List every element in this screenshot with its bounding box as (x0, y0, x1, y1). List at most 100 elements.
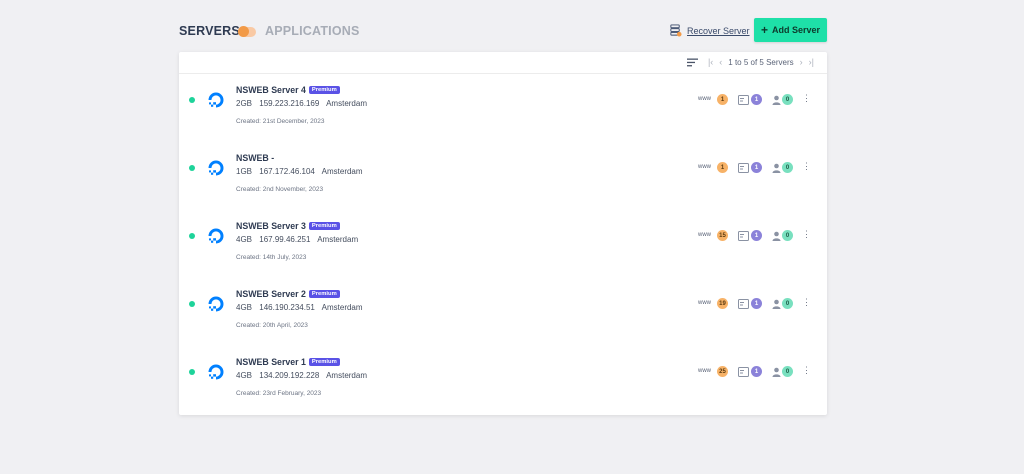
status-online-dot (189, 97, 195, 103)
sites-count-badge: 25 (717, 366, 728, 377)
server-list: NSWEB Server 4 Premium 2GB 159.223.216.1… (179, 74, 827, 414)
server-ram: 4GB (236, 371, 253, 380)
server-stats: www 19 1 0 ⋮ (698, 297, 811, 311)
databases-count-badge: 1 (751, 162, 762, 173)
recover-server-link[interactable]: Recover Server (669, 24, 750, 37)
header: SERVERS APPLICATIONS Recover Server + Ad… (179, 18, 827, 44)
server-location: Amsterdam (317, 235, 359, 244)
servers-card: |‹ ‹ 1 to 5 of 5 Servers › ›| NSWEB Serv… (179, 52, 827, 415)
add-server-button[interactable]: + Add Server (754, 18, 827, 42)
kebab-menu-icon[interactable]: ⋮ (802, 298, 811, 307)
recover-server-icon (670, 24, 682, 37)
kebab-menu-icon[interactable]: ⋮ (802, 94, 811, 103)
server-name[interactable]: NSWEB Server 2 (236, 289, 306, 299)
user-icon (772, 95, 781, 105)
tab-servers[interactable]: SERVERS (179, 24, 240, 38)
view-toggle[interactable] (238, 26, 256, 37)
last-page-icon[interactable]: ›| (809, 57, 814, 67)
server-ram: 4GB (236, 303, 253, 312)
server-info: 4GB 134.209.192.228 Amsterdam (236, 371, 372, 380)
server-created: Created: 21st December, 2023 (236, 118, 325, 125)
databases-count-badge: 1 (751, 94, 762, 105)
server-stats: www 1 1 0 ⋮ (698, 93, 811, 107)
kebab-menu-icon[interactable]: ⋮ (802, 366, 811, 375)
users-count-badge: 0 (782, 366, 793, 377)
recover-server-label: Recover Server (687, 25, 750, 36)
server-created: Created: 2nd November, 2023 (236, 186, 324, 193)
server-row[interactable]: NSWEB Server 1 Premium 4GB 134.209.192.2… (179, 346, 827, 414)
server-info: 1GB 167.172.46.104 Amsterdam (236, 167, 368, 176)
add-server-label: Add Server (771, 25, 821, 35)
pagination-text: 1 to 5 of 5 Servers (728, 57, 794, 67)
server-row[interactable]: NSWEB Server 3 Premium 4GB 167.99.46.251… (179, 210, 827, 278)
page: SERVERS APPLICATIONS Recover Server + Ad… (0, 0, 1024, 474)
server-row[interactable]: NSWEB Server 2 Premium 4GB 146.190.234.5… (179, 278, 827, 346)
server-location: Amsterdam (321, 303, 363, 312)
sites-count-badge: 19 (717, 298, 728, 309)
server-ram: 4GB (236, 235, 253, 244)
premium-badge: Premium (308, 290, 340, 298)
server-location: Amsterdam (326, 371, 367, 380)
server-name[interactable]: NSWEB Server 3 (236, 221, 306, 231)
premium-badge: Premium (308, 86, 340, 94)
sites-count-badge: 1 (717, 94, 728, 105)
server-location: Amsterdam (326, 99, 367, 108)
server-ip: 146.190.234.51 (259, 303, 315, 312)
sites-count-badge: 15 (717, 230, 728, 241)
status-online-dot (189, 369, 195, 375)
server-stats: www 25 1 0 ⋮ (698, 365, 811, 379)
server-ip: 134.209.192.228 (259, 371, 320, 380)
status-online-dot (189, 233, 195, 239)
status-online-dot (189, 301, 195, 307)
next-page-icon[interactable]: › (800, 57, 803, 67)
users-count-badge: 0 (782, 230, 793, 241)
digitalocean-logo-icon (208, 296, 224, 312)
server-stats: www 1 1 0 ⋮ (698, 161, 811, 175)
database-icon (738, 367, 749, 377)
premium-badge: Premium (308, 222, 340, 230)
server-name[interactable]: NSWEB Server 4 (236, 85, 306, 95)
digitalocean-logo-icon (208, 160, 224, 176)
server-name-line: NSWEB Server 2 Premium (236, 289, 340, 299)
server-row[interactable]: NSWEB Server 4 Premium 2GB 159.223.216.1… (179, 74, 827, 142)
digitalocean-logo-icon (208, 92, 224, 108)
prev-page-icon[interactable]: ‹ (719, 57, 722, 67)
www-label: www (698, 232, 711, 238)
tab-applications[interactable]: APPLICATIONS (265, 24, 360, 38)
users-count-badge: 0 (782, 298, 793, 309)
www-label: www (698, 300, 711, 306)
databases-count-badge: 1 (751, 230, 762, 241)
sort-icon[interactable] (686, 58, 698, 67)
first-page-icon[interactable]: |‹ (708, 57, 713, 67)
server-created: Created: 20th April, 2023 (236, 322, 308, 329)
server-name[interactable]: NSWEB Server 1 (236, 357, 306, 367)
database-icon (738, 299, 749, 309)
database-icon (738, 231, 749, 241)
plus-icon: + (760, 23, 768, 37)
database-icon (738, 95, 749, 105)
server-location: Amsterdam (321, 167, 363, 176)
list-toolbar: |‹ ‹ 1 to 5 of 5 Servers › ›| (179, 52, 827, 74)
digitalocean-logo-icon (208, 364, 224, 380)
databases-count-badge: 1 (751, 298, 762, 309)
server-ip: 167.172.46.104 (259, 167, 315, 176)
server-ip: 167.99.46.251 (259, 235, 311, 244)
databases-count-badge: 1 (751, 366, 762, 377)
kebab-menu-icon[interactable]: ⋮ (802, 162, 811, 171)
server-name[interactable]: NSWEB - (236, 153, 274, 163)
server-name-line: NSWEB Server 1 Premium (236, 357, 340, 367)
server-info: 4GB 146.190.234.51 Amsterdam (236, 303, 368, 312)
kebab-menu-icon[interactable]: ⋮ (802, 230, 811, 239)
pagination: |‹ ‹ 1 to 5 of 5 Servers › ›| (686, 57, 814, 67)
server-ram: 2GB (236, 99, 253, 108)
toggle-knob (238, 26, 249, 37)
sites-count-badge: 1 (717, 162, 728, 173)
server-ip: 159.223.216.169 (259, 99, 320, 108)
server-row[interactable]: NSWEB - 1GB 167.172.46.104 Amsterdam Cre… (179, 142, 827, 210)
status-online-dot (189, 165, 195, 171)
user-icon (772, 299, 781, 309)
server-info: 4GB 167.99.46.251 Amsterdam (236, 235, 363, 244)
server-name-line: NSWEB - (236, 153, 274, 163)
server-created: Created: 14th July, 2023 (236, 254, 307, 261)
users-count-badge: 0 (782, 94, 793, 105)
